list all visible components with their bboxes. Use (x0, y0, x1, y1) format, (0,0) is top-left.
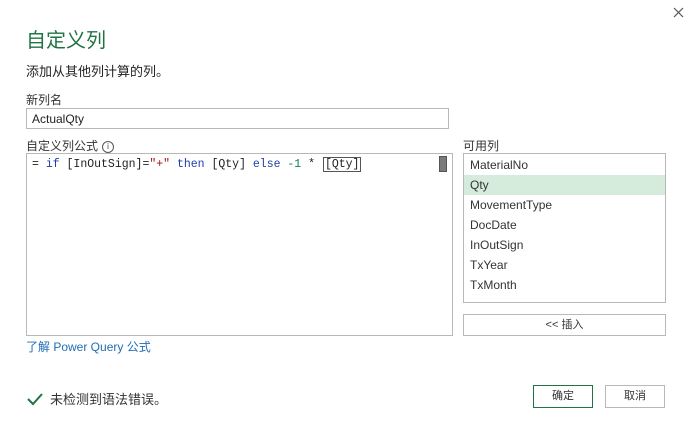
new-column-label: 新列名 (26, 93, 63, 107)
column-item[interactable]: MaterialNo (464, 155, 665, 175)
formula-keyword-if: if (45, 158, 60, 171)
formula-token: [InOutSign]= (59, 158, 150, 171)
formula-operator: * (301, 158, 322, 171)
new-column-name-input[interactable] (26, 108, 449, 129)
available-columns-label: 可用列 (463, 139, 500, 153)
formula-number: -1 (280, 158, 302, 171)
formula-token: [Qty] (204, 158, 253, 171)
learn-formulas-link[interactable]: 了解 Power Query 公式 (26, 338, 151, 355)
formula-editor[interactable]: = if [InOutSign]="+" then [Qty] else -1 … (26, 153, 453, 336)
check-icon (27, 393, 43, 406)
formula-keyword-else: else (252, 158, 281, 171)
close-icon (673, 7, 684, 18)
syntax-status: 未检测到语法错误。 (26, 389, 167, 408)
close-button[interactable] (668, 2, 688, 22)
column-item[interactable]: TxMonth (464, 275, 665, 295)
dialog-subtitle: 添加从其他列计算的列。 (26, 64, 170, 79)
formula-scrollbar[interactable] (439, 156, 447, 172)
formula-label-row: 自定义列公式 i (26, 137, 115, 154)
ok-button[interactable]: 确定 (533, 385, 593, 408)
syntax-status-text: 未检测到语法错误。 (50, 392, 168, 407)
available-columns-list[interactable]: MaterialNo Qty MovementType DocDate InOu… (463, 153, 666, 303)
column-item[interactable]: TxYear (464, 255, 665, 275)
info-icon[interactable]: i (102, 141, 115, 153)
formula-cursor-token: [Qty] (322, 157, 362, 172)
column-item[interactable]: DocDate (464, 215, 665, 235)
column-item-selected[interactable]: Qty (464, 175, 665, 195)
column-item[interactable]: InOutSign (464, 235, 665, 255)
cancel-button[interactable]: 取消 (605, 385, 665, 408)
formula-label: 自定义列公式 (26, 139, 99, 153)
column-item[interactable]: MovementType (464, 195, 665, 215)
formula-token: = (32, 158, 46, 171)
insert-button[interactable]: << 插入 (463, 314, 666, 336)
formula-keyword-then: then (170, 158, 205, 171)
dialog-title: 自定义列 (26, 30, 106, 52)
formula-string: "+" (149, 158, 171, 171)
formula-text[interactable]: = if [InOutSign]="+" then [Qty] else -1 … (32, 157, 362, 172)
